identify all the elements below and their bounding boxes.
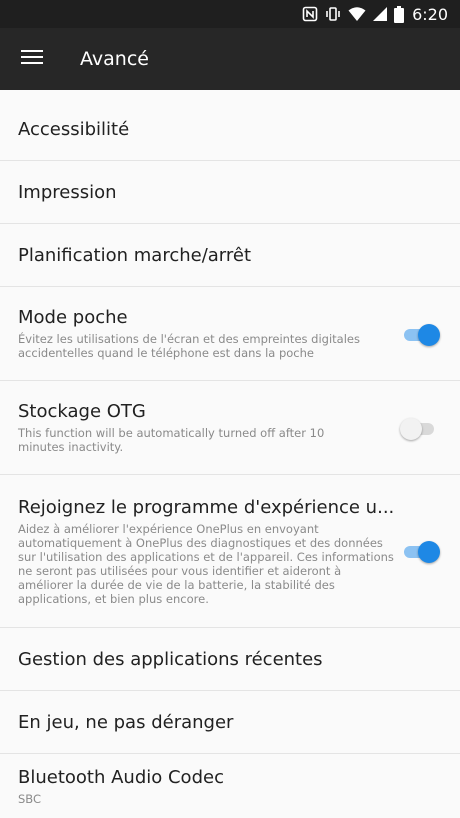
setting-label: Planification marche/arrêt: [18, 244, 252, 266]
setting-recent-apps[interactable]: Gestion des applications récentes: [0, 628, 460, 691]
nfc-icon: [302, 6, 318, 22]
setting-pocket-mode[interactable]: Mode poche Évitez les utilisations de l'…: [0, 287, 460, 381]
toolbar: Avancé: [0, 28, 460, 90]
setting-description: This function will be automatically turn…: [18, 426, 325, 454]
clock: 6:20: [412, 4, 448, 24]
menu-button[interactable]: [0, 28, 64, 90]
otg-storage-toggle[interactable]: [400, 417, 438, 440]
settings-list: Accessibilité Impression Planification m…: [0, 98, 460, 818]
setting-gaming-dnd[interactable]: En jeu, ne pas déranger: [0, 691, 460, 754]
wifi-icon: [348, 6, 366, 22]
status-bar: 6:20: [0, 0, 460, 28]
setting-label: Bluetooth Audio Codec: [18, 766, 224, 788]
setting-printing[interactable]: Impression: [0, 161, 460, 224]
setting-scheduled-power[interactable]: Planification marche/arrêt: [0, 224, 460, 287]
setting-label: Rejoignez le programme d'expérience u...: [18, 496, 395, 518]
setting-label: En jeu, ne pas déranger: [18, 711, 234, 733]
experience-program-toggle[interactable]: [402, 540, 440, 563]
vibrate-icon: [324, 6, 342, 22]
setting-label: Accessibilité: [18, 118, 130, 140]
setting-otg-storage[interactable]: Stockage OTG This function will be autom…: [0, 381, 460, 475]
signal-icon: [372, 6, 388, 22]
setting-description: Aidez à améliorer l'expérience OnePlus e…: [18, 521, 394, 606]
setting-label: Mode poche: [18, 307, 128, 328]
setting-accessibility[interactable]: Accessibilité: [0, 98, 460, 161]
pocket-mode-toggle[interactable]: [402, 323, 440, 346]
battery-icon: [394, 5, 405, 23]
setting-label: Stockage OTG: [18, 401, 146, 422]
setting-label: Gestion des applications récentes: [18, 648, 323, 670]
setting-description: SBC: [18, 791, 42, 806]
setting-description: Évitez les utilisations de l'écran et de…: [18, 332, 360, 360]
setting-experience-program[interactable]: Rejoignez le programme d'expérience u...…: [0, 475, 460, 628]
page-title: Avancé: [80, 48, 149, 70]
hamburger-icon: [21, 49, 43, 69]
setting-label: Impression: [18, 181, 117, 203]
setting-bluetooth-codec[interactable]: Bluetooth Audio Codec SBC: [0, 754, 460, 818]
